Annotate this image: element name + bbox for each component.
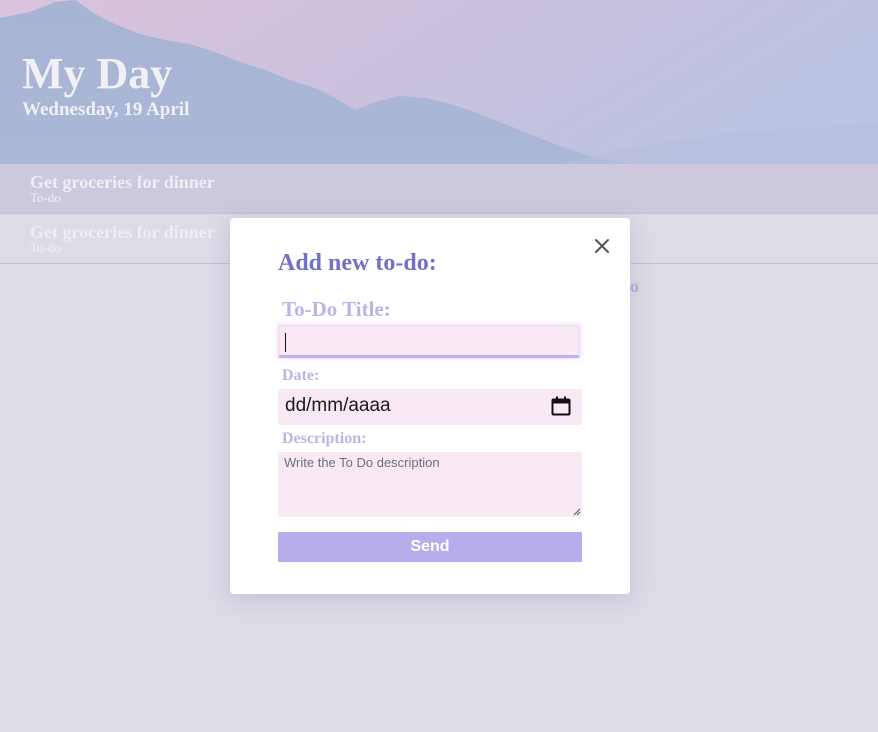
app-page: My Day Wednesday, 19 April Get groceries…: [0, 0, 878, 732]
title-input[interactable]: [278, 325, 580, 358]
description-label: Description:: [282, 430, 367, 447]
background-add-label: o: [630, 276, 639, 296]
date-placeholder: dd/mm/aaaa: [285, 395, 391, 416]
text-caret: [285, 333, 286, 352]
close-icon: [595, 239, 609, 253]
header-banner: My Day Wednesday, 19 April: [0, 0, 878, 164]
description-placeholder: Write the To Do description: [284, 455, 440, 470]
add-todo-modal: Add new to-do: To-Do Title: Date: dd/mm/…: [230, 218, 630, 594]
modal-heading: Add new to-do:: [278, 250, 437, 276]
date-input[interactable]: dd/mm/aaaa: [278, 389, 582, 425]
calendar-icon[interactable]: [551, 396, 571, 416]
todo-title: Get groceries for dinner: [30, 222, 215, 242]
title-label: To-Do Title:: [282, 297, 391, 321]
date-subtitle: Wednesday, 19 April: [22, 99, 190, 120]
page-title: My Day: [22, 49, 173, 98]
todo-title: Get groceries for dinner: [30, 172, 215, 192]
date-label: Date:: [282, 367, 320, 384]
description-textarea[interactable]: Write the To Do description: [278, 452, 582, 517]
close-button[interactable]: [591, 235, 613, 257]
todo-item[interactable]: Get groceries for dinner To-do: [0, 164, 878, 214]
send-button[interactable]: Send: [278, 532, 582, 562]
todo-status: To-do: [30, 190, 61, 205]
todo-status: To-do: [30, 240, 61, 255]
resize-grip-icon[interactable]: [572, 507, 581, 516]
